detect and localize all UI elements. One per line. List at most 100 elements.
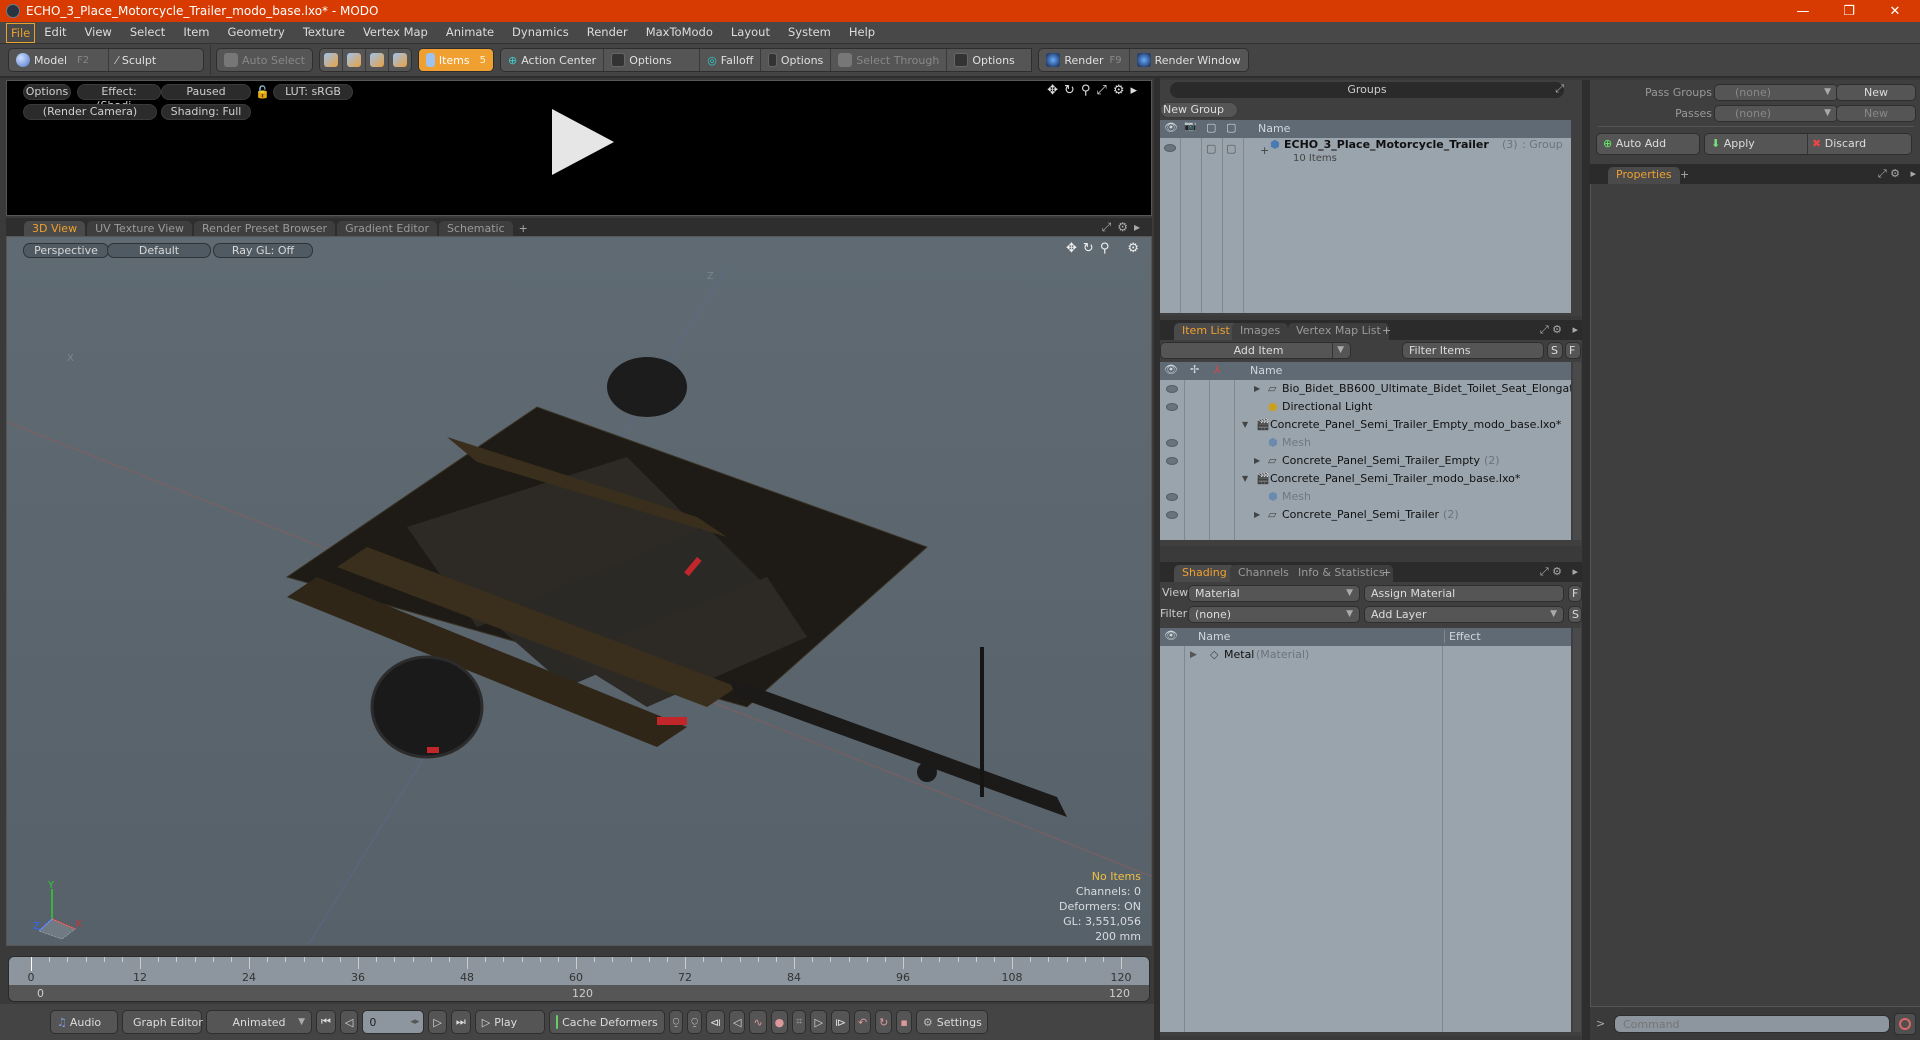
item-row[interactable]: ⬢ Mesh bbox=[1160, 434, 1571, 452]
undo-key-button[interactable]: ↶ bbox=[853, 1010, 872, 1034]
item-row[interactable]: ⬢ Mesh bbox=[1160, 488, 1571, 506]
menu-item[interactable]: Item bbox=[174, 23, 218, 43]
action-center-button[interactable]: ⊕ Action Center bbox=[501, 49, 605, 71]
play-preview-icon[interactable] bbox=[552, 109, 614, 175]
maximize-icon[interactable]: ⤢ bbox=[1102, 220, 1112, 235]
maximize-icon[interactable]: ⤢ ⚙ bbox=[1540, 565, 1562, 579]
group-row[interactable]: ▢ ▢ + ⬢ ECHO_3_Place_Motorcycle_Trailer … bbox=[1160, 138, 1571, 166]
item-row[interactable]: ● Directional Light bbox=[1160, 398, 1571, 416]
chevron-right-icon[interactable]: ▸ bbox=[1572, 323, 1578, 336]
close-button[interactable]: ✕ bbox=[1872, 0, 1918, 22]
prev-key2-button[interactable]: ◁ bbox=[728, 1010, 746, 1034]
command-history-button[interactable] bbox=[1894, 1013, 1916, 1035]
menu-edit[interactable]: Edit bbox=[35, 23, 75, 43]
maximize-icon[interactable]: ⤢ ⚙ bbox=[1878, 167, 1900, 181]
next-key2-button[interactable]: ⧐ bbox=[830, 1010, 850, 1034]
item-row[interactable]: ▼ 🎬 Concrete_Panel_Semi_Trailer_modo_base.… bbox=[1160, 470, 1571, 488]
eye-icon[interactable] bbox=[1164, 144, 1176, 152]
shading-row[interactable]: ▶ ◇ Metal (Material) bbox=[1160, 646, 1571, 664]
menu-animate[interactable]: Animate bbox=[437, 23, 503, 43]
select-through-button[interactable]: Select Through bbox=[831, 49, 948, 71]
expand-icon[interactable]: ▶ bbox=[1190, 646, 1197, 664]
s-button[interactable]: S bbox=[1568, 606, 1582, 623]
pan-icon[interactable]: ✥ bbox=[1047, 83, 1058, 98]
graph-editor-button[interactable]: Graph Editor bbox=[122, 1010, 203, 1034]
zoom-icon[interactable]: ⚲ bbox=[1081, 83, 1091, 98]
render-window-button[interactable]: Render Window bbox=[1130, 49, 1248, 71]
key-select-button[interactable]: ▪ bbox=[896, 1010, 912, 1034]
animated-dropdown[interactable]: Animated ▼ bbox=[206, 1010, 312, 1034]
filter-items-input[interactable]: Filter Items bbox=[1402, 342, 1544, 359]
pass-groups-dropdown[interactable]: (none) ▼ bbox=[1714, 84, 1838, 101]
menu-geometry[interactable]: Geometry bbox=[219, 23, 294, 43]
key-up-button[interactable]: ⍜ bbox=[668, 1010, 684, 1034]
add-tab-button[interactable]: + bbox=[1676, 167, 1693, 184]
chevron-right-icon[interactable]: ▸ bbox=[1134, 220, 1140, 235]
audio-button[interactable]: ♫ Audio bbox=[50, 1010, 118, 1034]
new-group-button[interactable]: New Group bbox=[1160, 102, 1238, 118]
cache-deformers-button[interactable]: Cache Deformers bbox=[548, 1010, 665, 1034]
discard-button[interactable]: Discard bbox=[1825, 137, 1866, 150]
go-to-start-button[interactable]: ⏮ bbox=[316, 1010, 336, 1034]
maximize-icon[interactable]: ⤢ ⚙ bbox=[1540, 323, 1562, 337]
record-button[interactable]: ● bbox=[770, 1010, 789, 1034]
chevron-right-icon[interactable]: ▸ bbox=[1130, 83, 1137, 98]
auto-key-button[interactable]: ∿ bbox=[749, 1010, 767, 1034]
collapse-icon[interactable]: ▼ bbox=[1242, 470, 1248, 488]
eye-icon[interactable] bbox=[1166, 439, 1178, 447]
collapse-icon[interactable]: ▼ bbox=[1242, 416, 1248, 434]
select-materials-button[interactable] bbox=[389, 49, 411, 71]
panel-divider[interactable] bbox=[1582, 80, 1590, 1040]
visibility-column-icon[interactable]: 👁 bbox=[1164, 629, 1178, 642]
visibility-column-icon[interactable]: 👁 bbox=[1164, 121, 1178, 134]
tab-properties[interactable]: Properties bbox=[1608, 167, 1680, 184]
add-tab-button[interactable]: + bbox=[1378, 323, 1395, 340]
tab-images[interactable]: Images bbox=[1232, 323, 1289, 340]
shading-dropdown[interactable]: Shading: Full bbox=[161, 104, 251, 120]
gear-icon[interactable]: ⚙ bbox=[1117, 220, 1128, 235]
eye-icon[interactable] bbox=[1166, 385, 1178, 393]
menu-layout[interactable]: Layout bbox=[722, 23, 779, 43]
redo-key-button[interactable]: ↻ bbox=[875, 1010, 893, 1034]
falloff-options-button[interactable]: Options bbox=[761, 49, 832, 71]
item-row[interactable]: ▶ ▱ Concrete_Panel_Semi_Trailer_Empty (2) bbox=[1160, 452, 1571, 470]
select-edges-button[interactable] bbox=[343, 49, 366, 71]
lut-dropdown[interactable]: LUT: sRGB bbox=[273, 84, 353, 100]
effect-column-header[interactable]: Effect bbox=[1444, 630, 1481, 643]
tab-vertex-map-list[interactable]: Vertex Map List bbox=[1288, 323, 1389, 340]
go-to-end-button[interactable]: ⏭ bbox=[450, 1010, 471, 1034]
passes-dropdown[interactable]: (none) ▼ bbox=[1714, 105, 1838, 122]
view-dropdown[interactable]: Material ▼ bbox=[1188, 585, 1360, 602]
menu-file[interactable]: File bbox=[6, 22, 36, 43]
eye-icon[interactable] bbox=[1166, 511, 1178, 519]
new-pass-button[interactable]: New bbox=[1836, 105, 1916, 122]
f-button[interactable]: F bbox=[1565, 342, 1581, 359]
name-column-header[interactable]: Name bbox=[1258, 122, 1290, 135]
maximize-icon[interactable]: ⤢ bbox=[1555, 82, 1564, 96]
action-center-options-button[interactable]: Options bbox=[604, 49, 701, 71]
prev-frame-button[interactable]: ◁ bbox=[339, 1010, 359, 1034]
add-tab-button[interactable]: + bbox=[1378, 565, 1395, 582]
key-down-button[interactable]: ⍜ bbox=[687, 1010, 702, 1034]
menu-dynamics[interactable]: Dynamics bbox=[503, 23, 578, 43]
new-pass-group-button[interactable]: New bbox=[1836, 84, 1916, 101]
3d-viewport[interactable]: Perspective Default Ray GL: Off ✥ ↻ ⚲ ⚙ … bbox=[6, 236, 1152, 946]
itemlist-scrollbar[interactable] bbox=[1573, 362, 1581, 540]
items-mode-button[interactable]: Items 5 bbox=[418, 49, 493, 71]
item-row[interactable]: ▶ ▱ Concrete_Panel_Semi_Trailer (2) bbox=[1160, 506, 1571, 524]
prev-key-button[interactable]: ⧏ bbox=[705, 1010, 725, 1034]
menu-help[interactable]: Help bbox=[840, 23, 884, 43]
gear-icon[interactable]: ⚙ bbox=[1113, 83, 1125, 98]
menu-select[interactable]: Select bbox=[121, 23, 174, 43]
maximize-icon[interactable]: ⤢ bbox=[1096, 83, 1106, 98]
falloff-button[interactable]: ◎ Falloff bbox=[700, 49, 762, 71]
select-toggle[interactable]: ▢ bbox=[1226, 140, 1236, 158]
lock-toggle[interactable]: ▢ bbox=[1206, 140, 1216, 158]
name-column-header[interactable]: Name bbox=[1198, 630, 1230, 643]
menu-view[interactable]: View bbox=[76, 23, 121, 43]
eye-icon[interactable] bbox=[1166, 403, 1178, 411]
filter-dropdown[interactable]: (none) ▼ bbox=[1188, 606, 1360, 623]
timeline-ruler[interactable]: 0 12 24 36 48 60 72 84 96 108 120 bbox=[9, 957, 1149, 985]
timeline[interactable]: 0 12 24 36 48 60 72 84 96 108 120 0 120 120 bbox=[8, 956, 1150, 1002]
visibility-column-icon[interactable]: 👁 bbox=[1164, 363, 1178, 376]
